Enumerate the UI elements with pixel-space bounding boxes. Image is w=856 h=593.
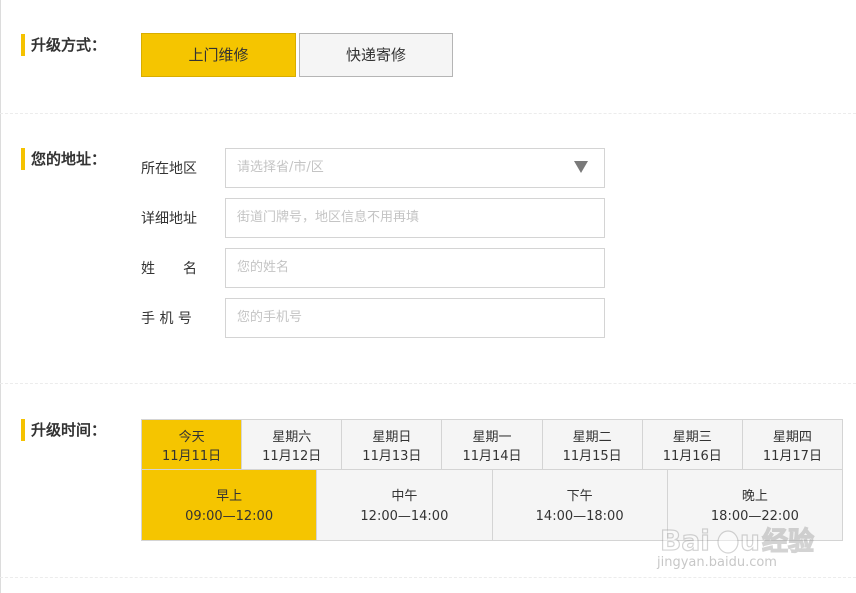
name-label: 姓 名	[141, 261, 197, 277]
date-value: 11月17日	[762, 449, 822, 464]
divider	[0, 383, 856, 384]
date-option[interactable]: 星期四 11月17日	[742, 420, 843, 469]
date-day: 星期一	[472, 430, 512, 445]
detail-address-label: 详细地址	[141, 211, 197, 227]
date-value: 11月15日	[562, 449, 622, 464]
watermark-url: jingyan.baidu.com	[657, 555, 777, 570]
date-option[interactable]: 星期一 11月14日	[442, 420, 543, 469]
date-value: 11月11日	[162, 449, 222, 464]
phone-label: 手 机 号	[141, 311, 192, 327]
detail-address-input[interactable]	[237, 199, 577, 236]
phone-input[interactable]	[237, 299, 577, 336]
triangle-down-icon[interactable]	[574, 161, 588, 173]
section-title-time: 升级时间：	[21, 419, 106, 441]
detail-address-field	[225, 198, 605, 238]
date-option[interactable]: 星期六 11月12日	[242, 420, 343, 469]
mail-in-repair-button[interactable]: 快递寄修	[299, 33, 453, 77]
date-value: 11月12日	[262, 449, 322, 464]
time-slot-range: 12:00—14:00	[360, 509, 449, 524]
date-option-today[interactable]: 今天 11月11日	[142, 420, 243, 469]
date-day: 星期日	[372, 430, 412, 445]
time-slot-range: 09:00—12:00	[185, 509, 274, 524]
name-input[interactable]	[237, 249, 577, 286]
svg-text:经验: 经验	[762, 526, 814, 557]
date-selector: 今天 11月11日 星期六 11月12日 星期日 11月13日 星期一 11月1…	[141, 419, 843, 470]
date-day: 星期四	[772, 430, 812, 445]
section-title-method: 升级方式：	[21, 34, 106, 56]
date-day: 星期六	[272, 430, 312, 445]
time-slot-name: 中午	[391, 489, 418, 504]
time-slot-name: 早上	[216, 489, 243, 504]
time-slot-name: 晚上	[741, 489, 768, 504]
section-title-address: 您的地址：	[21, 148, 106, 170]
region-label: 所在地区	[141, 161, 197, 177]
phone-field	[225, 298, 605, 338]
divider	[0, 113, 856, 114]
name-field	[225, 248, 605, 288]
time-slot-range: 14:00—18:00	[535, 509, 624, 524]
date-day: 星期三	[672, 430, 712, 445]
region-select-placeholder: 请选择省/市/区	[237, 160, 324, 175]
onsite-repair-button[interactable]: 上门维修	[141, 33, 296, 77]
time-slot-name: 下午	[566, 489, 593, 504]
date-option[interactable]: 星期三 11月16日	[642, 420, 743, 469]
date-day: 今天	[178, 430, 205, 445]
date-option[interactable]: 星期二 11月15日	[542, 420, 643, 469]
time-slot-morning[interactable]: 早上 09:00—12:00	[142, 470, 318, 540]
date-day: 星期二	[572, 430, 612, 445]
region-select[interactable]: 请选择省/市/区	[225, 148, 605, 188]
time-slot-afternoon[interactable]: 下午 14:00—18:00	[492, 470, 668, 540]
svg-text:Bai: Bai	[660, 524, 710, 557]
date-value: 11月13日	[362, 449, 422, 464]
date-value: 11月14日	[462, 449, 522, 464]
date-value: 11月16日	[662, 449, 722, 464]
time-slot-noon[interactable]: 中午 12:00—14:00	[317, 470, 493, 540]
date-option[interactable]: 星期日 11月13日	[342, 420, 443, 469]
svg-text:u: u	[740, 524, 760, 557]
